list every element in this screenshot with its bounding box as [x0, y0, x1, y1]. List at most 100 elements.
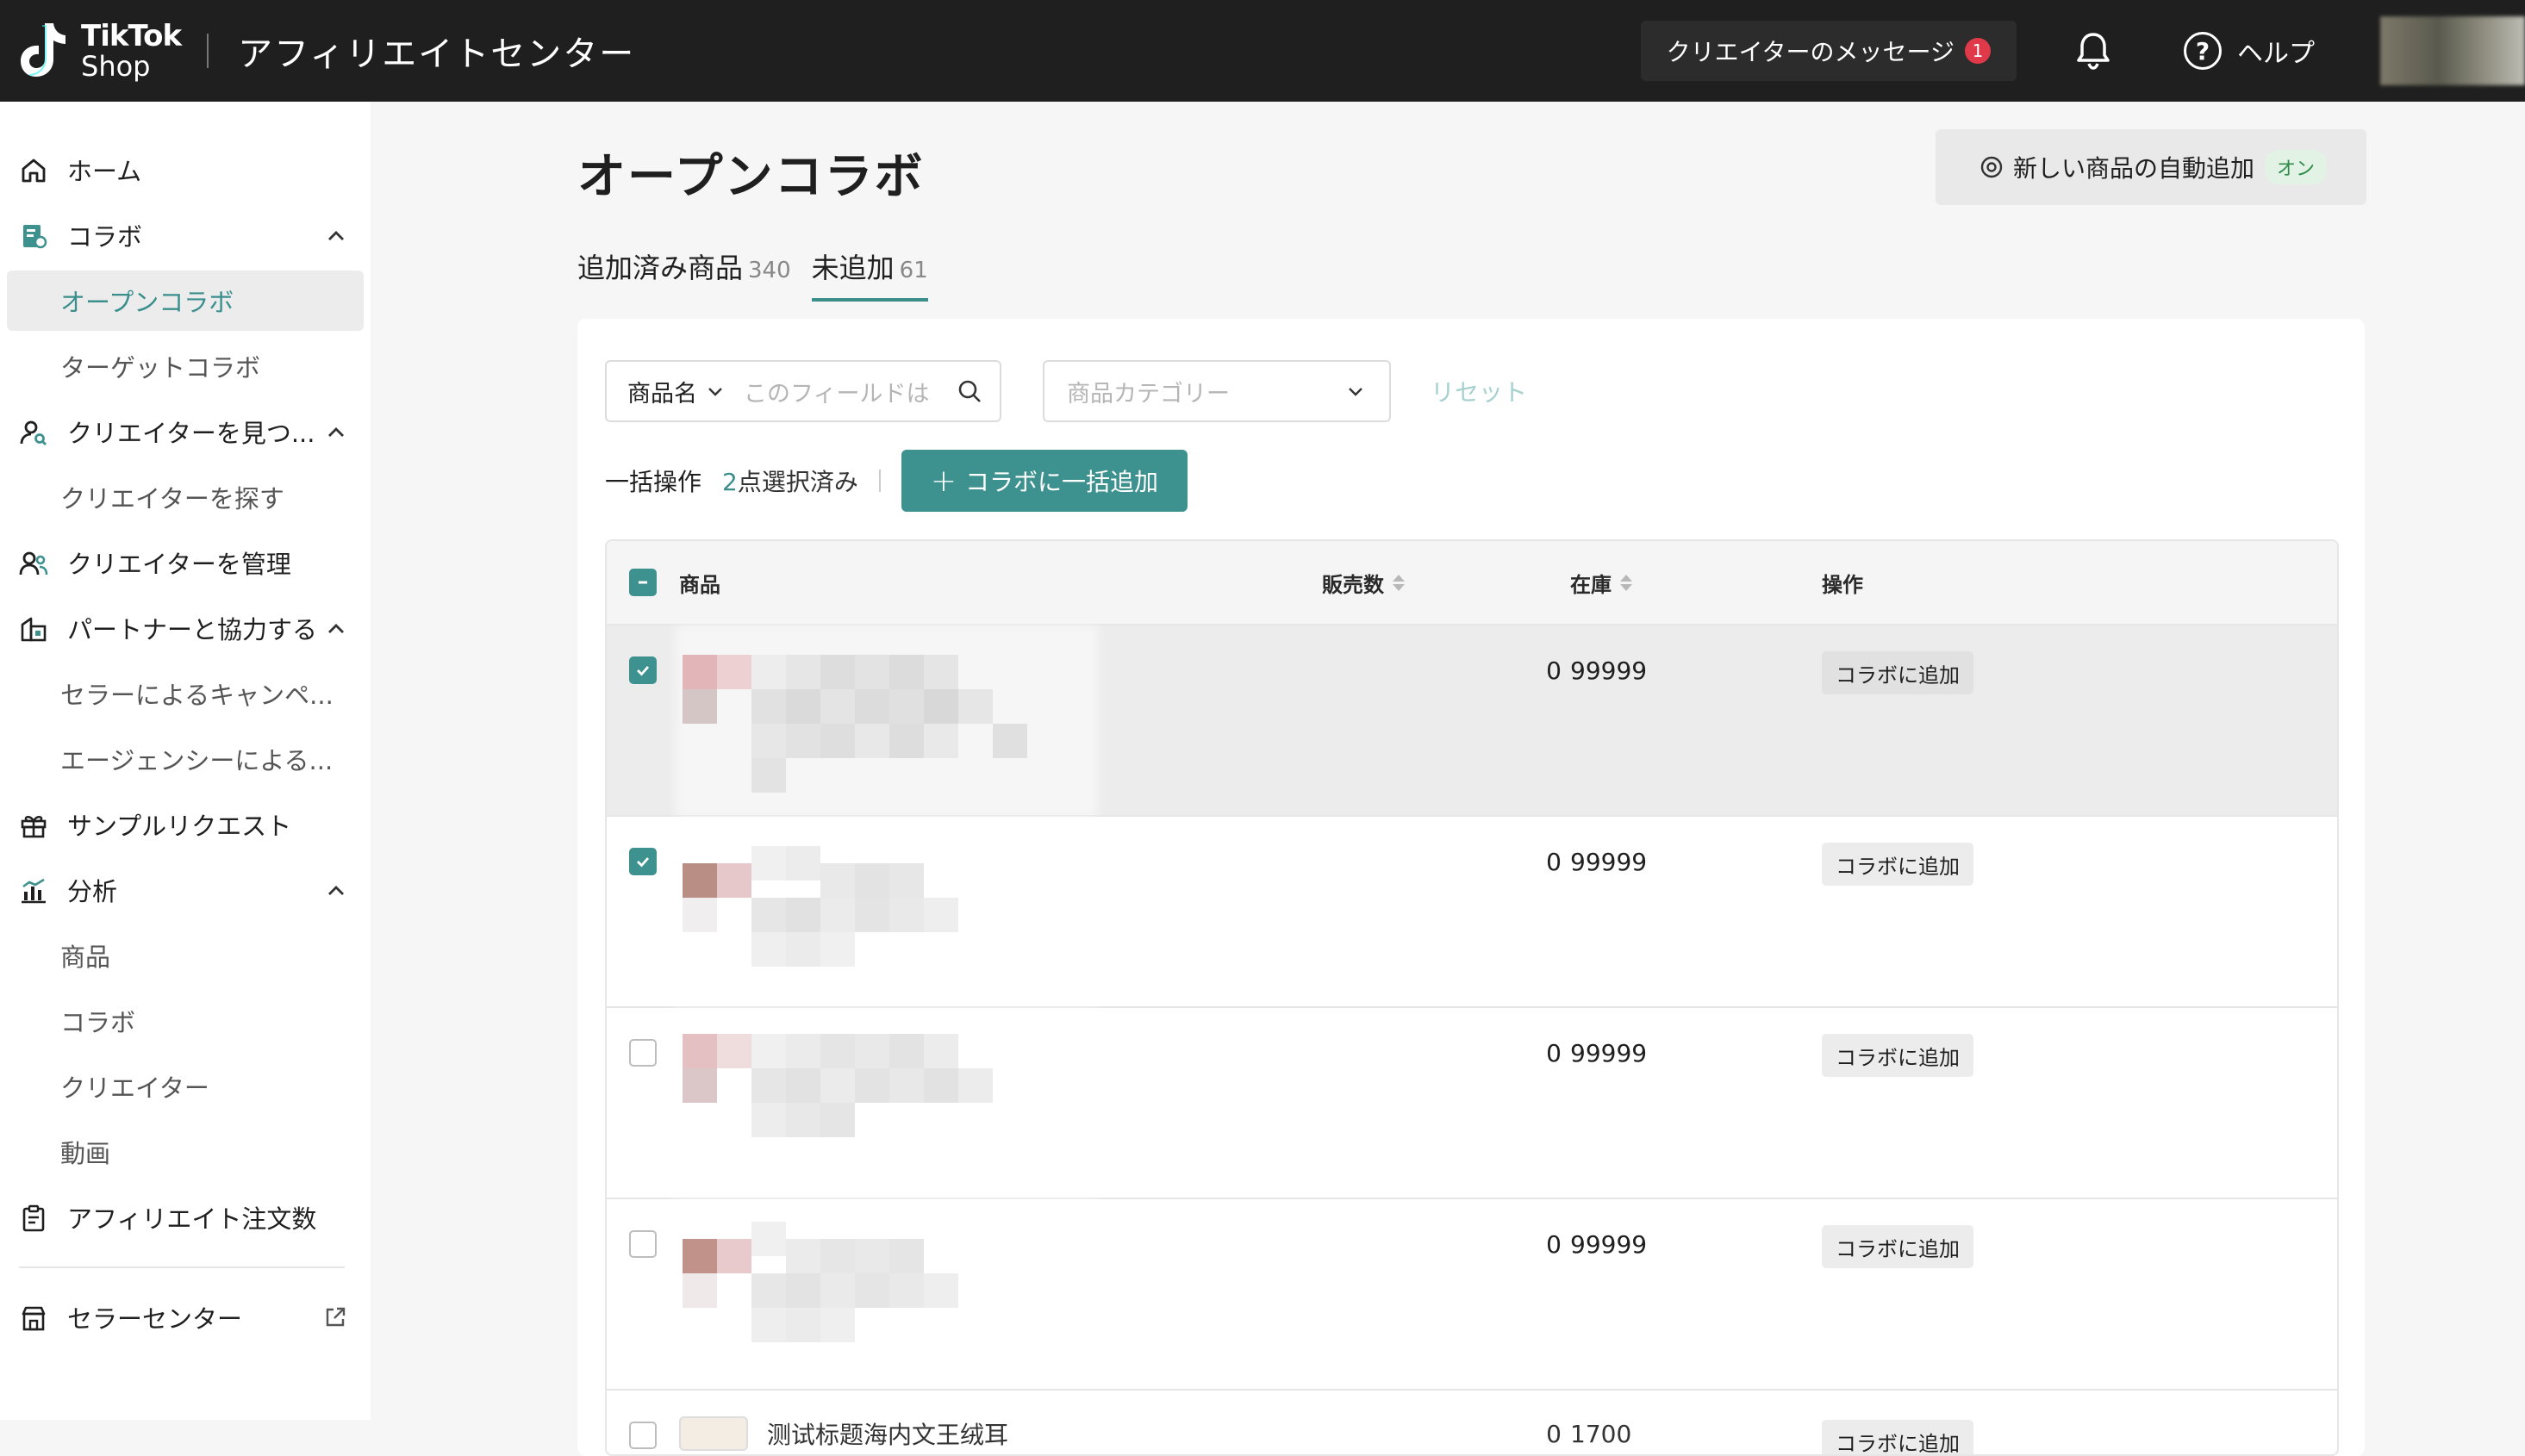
analytics-icon	[22, 878, 46, 904]
reset-filters-link[interactable]: リセット	[1431, 374, 1527, 408]
table-row[interactable]: 0 99999 コラボに追加	[607, 624, 2337, 817]
tab-label: 追加済み商品	[577, 252, 744, 284]
logo-line1: TikTok	[81, 19, 182, 53]
search-icon[interactable]	[957, 378, 982, 404]
add-to-collab-button[interactable]: コラボに追加	[1822, 1225, 1973, 1268]
checkmark-icon	[637, 666, 650, 676]
checkbox-indeterminate-icon	[629, 569, 657, 596]
sidebar-item-label: コラボ	[67, 222, 143, 252]
notifications-button[interactable]	[2063, 21, 2123, 81]
creator-messages-label: クリエイターのメッセージ	[1666, 38, 1955, 66]
help-label: ヘルプ	[2237, 39, 2315, 69]
sidebar-item-find-creators[interactable]: クリエイターを見つ...	[7, 401, 364, 462]
tab-added-products[interactable]: 追加済み商品 340	[577, 246, 791, 302]
product-title[interactable]: 测试标题海内文王绒耳	[767, 1416, 1008, 1451]
help-icon: ?	[2184, 32, 2222, 70]
sidebar-item-partners[interactable]: パートナーと協力する	[7, 598, 364, 658]
app-title: アフィリエイトセンター	[238, 34, 636, 74]
sidebar-item-label: クリエイターを探す	[60, 484, 284, 513]
top-bar: TikTok Shop アフィリエイトセンター クリエイターのメッセージ 1 ?…	[0, 0, 2525, 102]
bell-icon	[2077, 33, 2110, 70]
add-to-collab-button[interactable]: コラボに追加	[1822, 843, 1973, 886]
product-tabs: 追加済み商品 340 未追加 61	[577, 246, 949, 302]
tab-count: 61	[899, 258, 928, 283]
bulk-actions-bar: 一括操作 2点選択済み + コラボに一括追加	[605, 450, 1188, 512]
account-avatar[interactable]	[2380, 16, 2525, 85]
table-row[interactable]: 0 99999 コラボに追加	[607, 1198, 2337, 1391]
row-checkbox[interactable]	[629, 1422, 657, 1449]
sidebar-divider	[19, 1266, 345, 1268]
add-to-collab-button[interactable]: コラボに追加	[1822, 1420, 1973, 1454]
row-checkbox[interactable]	[629, 656, 657, 684]
sidebar-item-analytics-products[interactable]: 商品	[7, 925, 364, 986]
sidebar-item-analytics-collab[interactable]: コラボ	[7, 991, 364, 1051]
bulk-add-to-collab-button[interactable]: + コラボに一括追加	[901, 450, 1188, 512]
find-creator-icon	[20, 420, 47, 445]
chevron-up-icon	[328, 886, 344, 895]
add-to-collab-button[interactable]: コラボに追加	[1822, 651, 1973, 694]
product-name-filter: 商品名 このフィールドは	[605, 360, 1001, 422]
category-placeholder: 商品カテゴリー	[1067, 380, 1230, 408]
main-content: オープンコラボ 新しい商品の自動追加 オン 追加済み商品 340 未追加 61 …	[371, 102, 2525, 1456]
sidebar-item-home[interactable]: ホーム	[7, 140, 364, 200]
sidebar-item-label: クリエイター	[60, 1073, 209, 1103]
header-stock-sortable[interactable]: 在庫	[1570, 568, 1632, 598]
products-panel: 商品名 このフィールドは 商品カテゴリー リセット 一括操作 2点選択済み + …	[577, 319, 2365, 1456]
products-table: 商品 販売数 在庫 操作 0 99999 コラボに追加 0 99999 コラボに…	[605, 539, 2339, 1456]
add-to-collab-button[interactable]: コラボに追加	[1822, 1034, 1973, 1077]
help-button[interactable]: ? ヘルプ	[2184, 32, 2315, 70]
bulk-divider	[878, 470, 881, 492]
sidebar-item-analytics-videos[interactable]: 動画	[7, 1122, 364, 1182]
sidebar-item-target-collab[interactable]: ターゲットコラボ	[7, 336, 364, 396]
sales-value: 0	[1546, 1420, 1562, 1448]
sidebar-item-analytics-creators[interactable]: クリエイター	[7, 1056, 364, 1117]
sidebar-item-seller-center[interactable]: セラーセンター	[7, 1287, 364, 1347]
auto-add-new-products-button[interactable]: 新しい商品の自動追加 オン	[1936, 129, 2366, 205]
chevron-up-icon	[328, 624, 344, 633]
sidebar-item-label: サンプルリクエスト	[67, 812, 292, 841]
auto-add-status-badge: オン	[2265, 150, 2328, 184]
sidebar-item-analytics[interactable]: 分析	[7, 860, 364, 920]
tab-not-added[interactable]: 未追加 61	[811, 246, 928, 302]
tiktok-shop-logo[interactable]: TikTok Shop	[16, 19, 182, 82]
sidebar-item-label: パートナーと協力する	[67, 615, 318, 644]
row-checkbox[interactable]	[629, 1230, 657, 1258]
sidebar-item-manage-creators[interactable]: クリエイターを管理	[7, 532, 364, 593]
sidebar-item-agency-campaigns[interactable]: エージェンシーによる...	[7, 729, 364, 789]
sidebar-item-affiliate-orders[interactable]: アフィリエイト注文数	[7, 1187, 364, 1248]
filter-field-label: 商品名	[627, 380, 697, 408]
stock-value: 99999	[1570, 848, 1648, 876]
sidebar-item-sample-requests[interactable]: サンプルリクエスト	[7, 794, 364, 855]
filter-field-select[interactable]: 商品名	[627, 375, 726, 408]
sidebar-item-open-collab[interactable]: オープンコラボ	[7, 271, 364, 331]
sidebar-item-label: ターゲットコラボ	[60, 353, 261, 383]
external-link-icon	[326, 1307, 346, 1327]
search-input[interactable]: このフィールドは	[744, 375, 942, 408]
product-category-select[interactable]: 商品カテゴリー	[1043, 360, 1391, 422]
sidebar-item-label: 分析	[67, 877, 118, 906]
table-row[interactable]: 0 99999 コラボに追加	[607, 1006, 2337, 1199]
sidebar-item-collab[interactable]: コラボ	[7, 205, 364, 265]
row-checkbox[interactable]	[629, 848, 657, 875]
messages-badge: 1	[1965, 38, 1991, 64]
table-row[interactable]: 0 99999 コラボに追加	[607, 815, 2337, 1008]
sidebar-item-seller-campaigns[interactable]: セラーによるキャンペ...	[7, 663, 364, 724]
home-icon	[22, 159, 46, 183]
tiktok-logo-icon	[21, 23, 65, 77]
row-checkbox[interactable]	[629, 1039, 657, 1067]
chevron-up-icon	[328, 231, 344, 240]
chevron-up-icon	[328, 427, 344, 437]
product-thumbnail	[679, 1416, 748, 1451]
sidebar-item-search-creators[interactable]: クリエイターを探す	[7, 467, 364, 527]
sidebar: ホーム コラボ オープンコラボ ターゲットコラボ クリエイターを見つ... クリ…	[0, 102, 371, 1420]
tab-count: 340	[748, 258, 791, 283]
table-row[interactable]: 测试标题海内文王绒耳 0 1700 コラボに追加	[607, 1389, 2337, 1454]
partner-icon	[21, 617, 47, 642]
header-product: 商品	[679, 572, 720, 597]
select-all-checkbox[interactable]	[629, 569, 657, 596]
topbar-actions: クリエイターのメッセージ 1 ? ヘルプ	[1640, 0, 2525, 102]
header-stock: 在庫	[1570, 572, 1612, 597]
header-sales-sortable[interactable]: 販売数	[1322, 568, 1405, 598]
creator-messages-button[interactable]: クリエイターのメッセージ 1	[1640, 21, 2017, 81]
sales-value: 0	[1546, 1039, 1562, 1067]
